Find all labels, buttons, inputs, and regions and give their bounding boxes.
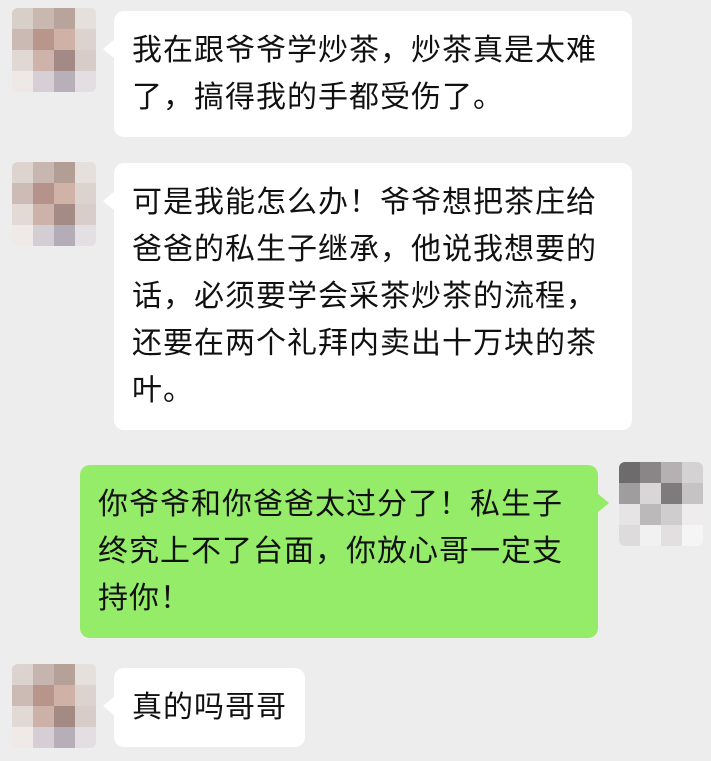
contact-avatar[interactable]: [12, 664, 96, 748]
chat-message-list: 我在跟爷爷学炒茶，炒茶真是太难了，搞得我的手都受伤了。 可是我能怎么办！爷爷想把…: [0, 0, 711, 761]
message-bubble-incoming[interactable]: 可是我能怎么办！爷爷想把茶庄给爸爸的私生子继承，他说我想要的话，必须要学会采茶炒…: [103, 163, 632, 430]
message-bubble-incoming[interactable]: 真的吗哥哥: [103, 668, 305, 747]
contact-avatar[interactable]: [12, 8, 96, 92]
message-text: 你爷爷和你爸爸太过分了！私生子终究上不了台面，你放心哥一定支持你！: [98, 487, 563, 616]
message-text: 可是我能怎么办！爷爷想把茶庄给爸爸的私生子继承，他说我想要的话，必须要学会采茶炒…: [132, 185, 597, 408]
message-text: 我在跟爷爷学炒茶，炒茶真是太难了，搞得我的手都受伤了。: [132, 33, 597, 115]
contact-avatar[interactable]: [12, 162, 96, 246]
self-avatar[interactable]: [619, 462, 703, 546]
message-bubble-outgoing[interactable]: 你爷爷和你爸爸太过分了！私生子终究上不了台面，你放心哥一定支持你！: [80, 465, 609, 638]
message-text: 真的吗哥哥: [132, 690, 287, 725]
message-bubble-incoming[interactable]: 我在跟爷爷学炒茶，炒茶真是太难了，搞得我的手都受伤了。: [103, 11, 632, 137]
